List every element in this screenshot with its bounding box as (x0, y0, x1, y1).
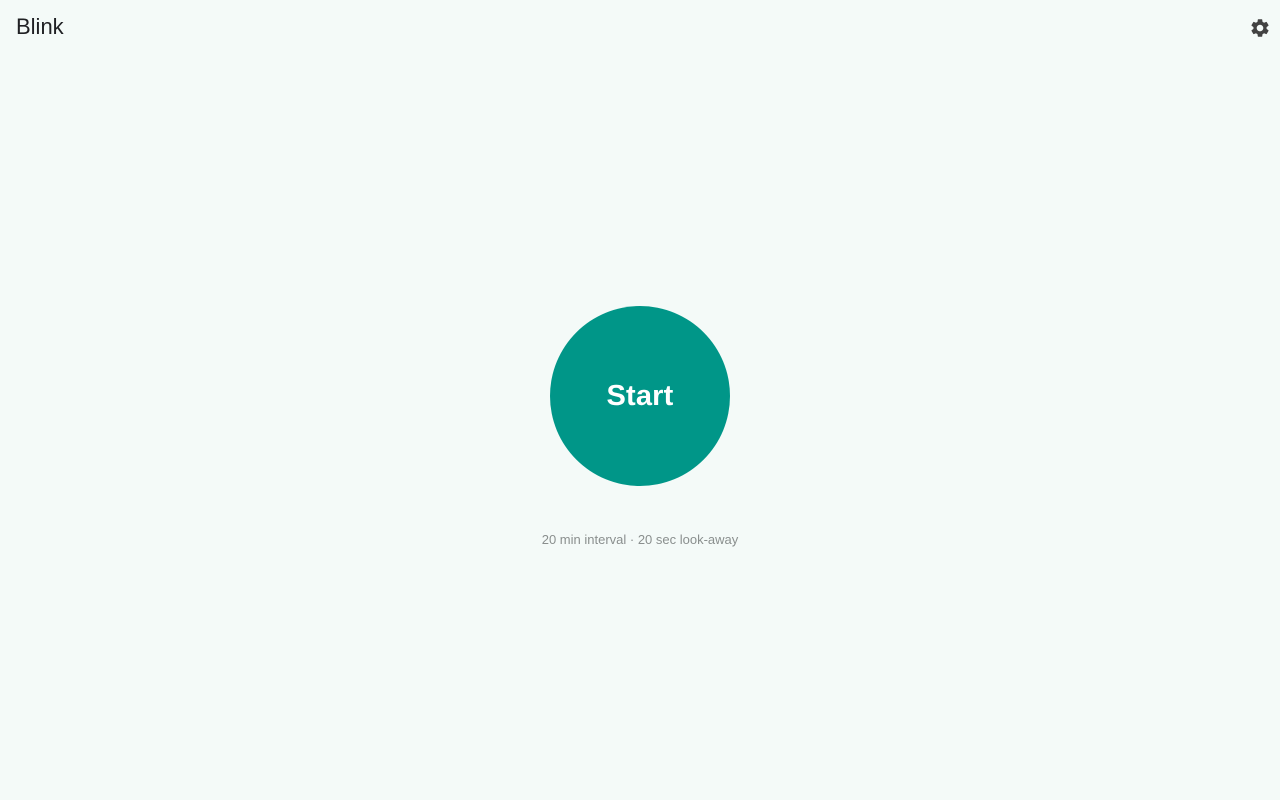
timer-summary: 20 min interval · 20 sec look-away (541, 532, 739, 547)
start-button-label: Start (606, 379, 674, 412)
gear-icon (1251, 19, 1269, 37)
start-button[interactable]: Start (550, 306, 730, 486)
app-window: Blink Start 20 min interval · 20 sec loo… (0, 0, 1280, 800)
app-title: Blink (16, 14, 64, 39)
settings-button[interactable] (1248, 16, 1272, 40)
